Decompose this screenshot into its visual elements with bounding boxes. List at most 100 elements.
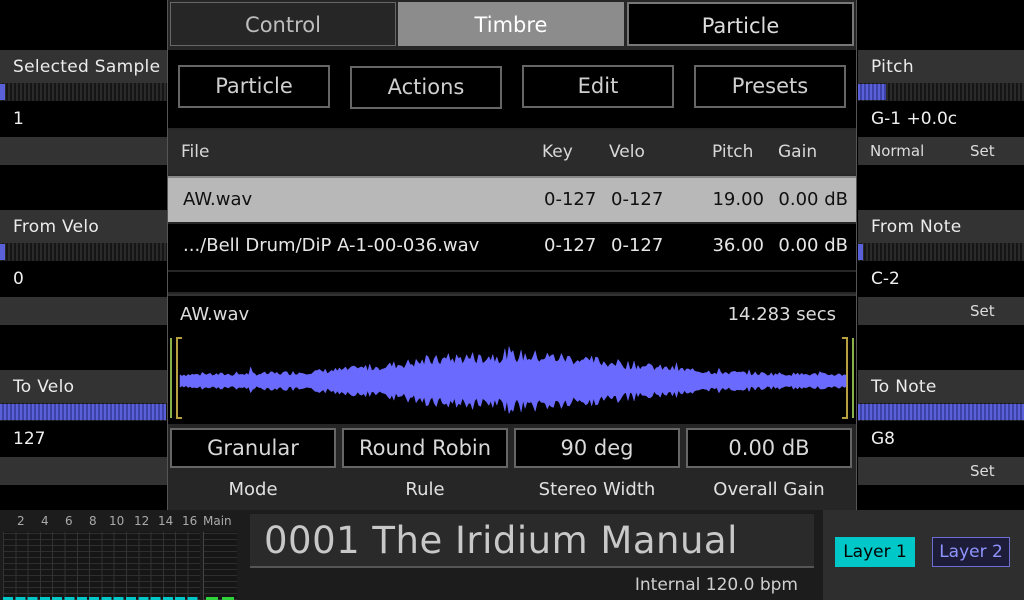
row-pitch: 36.00 xyxy=(712,235,764,256)
column-key: Key xyxy=(542,142,573,162)
presets-button[interactable]: Presets xyxy=(694,65,846,108)
waveform-view[interactable]: AW.wav 14.283 secs xyxy=(168,294,856,424)
to-velo-strip xyxy=(0,457,167,485)
center-panel: Control Timbre Particle Particle Actions… xyxy=(167,0,857,510)
pitch-set-button[interactable]: Set xyxy=(970,137,995,165)
selected-sample-strip xyxy=(0,137,167,165)
pitch-value[interactable]: G-1 +0.0c xyxy=(858,103,1024,135)
pitch-strip: Normal Set xyxy=(858,137,1024,165)
to-note-level xyxy=(858,404,1024,420)
rule-label: Rule xyxy=(405,479,445,500)
subtab-row: Particle Actions Edit Presets xyxy=(168,50,856,128)
row-gain: 0.00 dB xyxy=(778,235,848,256)
tab-particle[interactable]: Particle xyxy=(627,2,854,46)
from-note-level xyxy=(858,244,863,260)
tab-timbre[interactable]: Timbre xyxy=(398,2,624,46)
meter-label: 6 xyxy=(65,514,73,528)
to-note-value[interactable]: G8 xyxy=(858,423,1024,455)
particle-button[interactable]: Particle xyxy=(178,65,330,108)
mode-label: Mode xyxy=(228,479,278,500)
table-row-selected[interactable]: AW.wav 0-127 0-127 19.00 0.00 dB xyxy=(168,176,856,222)
pitch-level xyxy=(858,84,886,100)
meter-main-label: Main xyxy=(203,514,232,528)
tab-control[interactable]: Control xyxy=(170,2,396,46)
mode-value[interactable]: Granular xyxy=(170,428,336,468)
to-velo-slider[interactable] xyxy=(0,403,167,421)
overall-gain-param: 0.00 dB Overall Gain xyxy=(684,424,854,510)
meter-label: 14 xyxy=(158,514,174,528)
pitch-title: Pitch xyxy=(858,50,1024,84)
meter-label: 8 xyxy=(89,514,97,528)
main-meter xyxy=(203,532,237,600)
to-velo-level xyxy=(0,404,166,420)
from-note-value[interactable]: C-2 xyxy=(858,263,1024,295)
row-key: 0-127 xyxy=(544,235,597,256)
from-note-set-button[interactable]: Set xyxy=(970,297,995,325)
row-gain: 0.00 dB xyxy=(778,189,848,210)
waveform-file-name: AW.wav xyxy=(180,304,250,325)
selected-sample-slider[interactable] xyxy=(0,83,167,101)
row-velo: 0-127 xyxy=(611,235,664,256)
row-file: .../Bell Drum/DiP A-1-00-036.wav xyxy=(183,235,480,256)
overall-gain-value[interactable]: 0.00 dB xyxy=(686,428,852,468)
sample-table-header: File Key Velo Pitch Gain xyxy=(168,130,856,174)
param-row: Granular Mode Round Robin Rule 90 deg St… xyxy=(168,424,856,510)
column-pitch: Pitch xyxy=(712,142,754,162)
layer-1-button[interactable]: Layer 1 xyxy=(835,537,915,567)
from-velo-level xyxy=(0,244,5,260)
mode-param: Granular Mode xyxy=(168,424,338,510)
waveform-graphic xyxy=(170,337,854,419)
stereo-width-param: 90 deg Stereo Width xyxy=(512,424,682,510)
overall-gain-label: Overall Gain xyxy=(713,479,825,500)
to-note-strip: Set xyxy=(858,457,1024,485)
row-file: AW.wav xyxy=(183,189,253,210)
selected-sample-value[interactable]: 1 xyxy=(0,103,167,135)
meter-label: 12 xyxy=(134,514,150,528)
from-note-title: From Note xyxy=(858,210,1024,244)
from-velo-slider[interactable] xyxy=(0,243,167,261)
waveform-shape xyxy=(179,346,847,415)
to-note-set-button[interactable]: Set xyxy=(970,457,995,485)
pitch-slider[interactable] xyxy=(858,83,1024,101)
layer-2-button[interactable]: Layer 2 xyxy=(932,537,1010,567)
row-velo: 0-127 xyxy=(611,189,664,210)
stereo-width-value[interactable]: 90 deg xyxy=(514,428,680,468)
from-velo-strip xyxy=(0,297,167,325)
from-velo-value[interactable]: 0 xyxy=(0,263,167,295)
meter-label: 2 xyxy=(17,514,25,528)
rule-param: Round Robin Rule xyxy=(340,424,510,510)
row-key: 0-127 xyxy=(544,189,597,210)
meter-label: 16 xyxy=(182,514,198,528)
layer-selector: Layer 1 Layer 2 xyxy=(823,510,1024,600)
table-empty-row xyxy=(168,272,856,292)
left-panel: Selected Sample 1 From Velo 0 To Velo 12… xyxy=(0,0,167,510)
from-velo-title: From Velo xyxy=(0,210,167,244)
actions-button[interactable]: Actions xyxy=(350,66,502,109)
stereo-width-label: Stereo Width xyxy=(538,479,656,500)
channel-meter: 2 4 6 8 10 12 14 16 Main xyxy=(3,512,237,600)
rule-value[interactable]: Round Robin xyxy=(342,428,508,468)
waveform-length: 14.283 secs xyxy=(727,304,836,325)
edit-button[interactable]: Edit xyxy=(522,65,674,108)
right-panel: Pitch G-1 +0.0c Normal Set From Note C-2… xyxy=(858,0,1024,510)
pitch-mode[interactable]: Normal xyxy=(870,137,924,165)
table-row[interactable]: .../Bell Drum/DiP A-1-00-036.wav 0-127 0… xyxy=(168,224,856,270)
tempo-display[interactable]: Internal 120.0 bpm xyxy=(250,570,814,600)
to-velo-value[interactable]: 127 xyxy=(0,423,167,455)
selected-sample-title: Selected Sample xyxy=(0,50,167,84)
to-note-slider[interactable] xyxy=(858,403,1024,421)
selected-sample-level xyxy=(0,84,5,100)
column-file: File xyxy=(181,142,210,162)
patch-name[interactable]: 0001 The Iridium Manual xyxy=(250,514,814,568)
column-gain: Gain xyxy=(778,142,818,162)
meter-label: 10 xyxy=(109,514,125,528)
bottom-bar: 2 4 6 8 10 12 14 16 Main 0001 The Iridiu… xyxy=(0,510,1024,600)
meter-label: 4 xyxy=(41,514,49,528)
from-note-strip: Set xyxy=(858,297,1024,325)
from-note-slider[interactable] xyxy=(858,243,1024,261)
channel-meter-grid xyxy=(3,532,200,600)
row-pitch: 19.00 xyxy=(712,189,764,210)
to-velo-title: To Velo xyxy=(0,370,167,404)
to-note-title: To Note xyxy=(858,370,1024,404)
column-velo: Velo xyxy=(609,142,645,162)
